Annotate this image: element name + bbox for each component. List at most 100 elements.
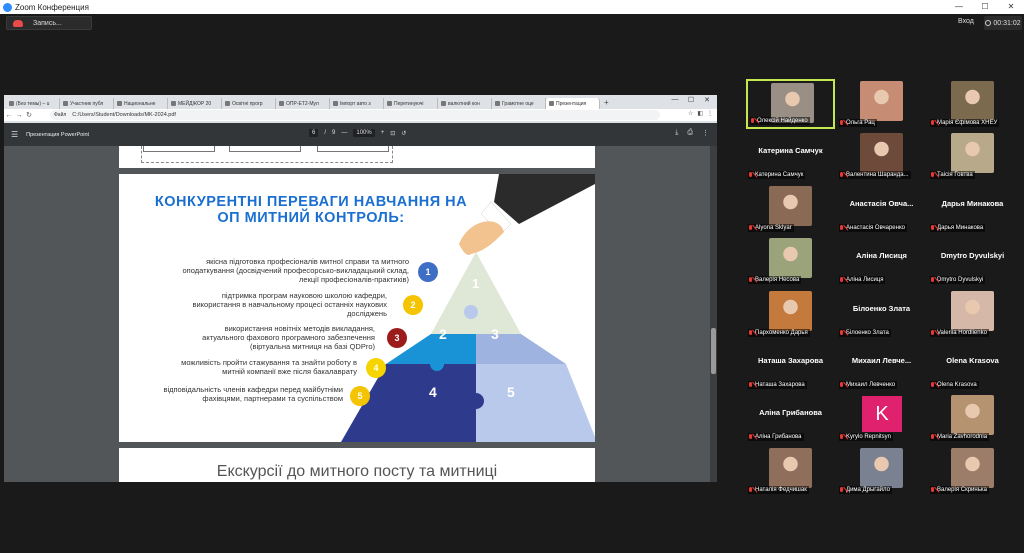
diagram-box — [229, 146, 301, 152]
browser-tab[interactable]: Национальне — [114, 98, 168, 109]
close-button[interactable]: ✕ — [998, 0, 1024, 14]
record-label: Запись... — [33, 19, 62, 27]
participant-name: Білоенко Злата — [846, 329, 889, 336]
advantage-item: можливість пройти стажування та знайти р… — [181, 358, 357, 376]
participant-name: Наталія Федчишак — [755, 486, 807, 493]
participant-tile[interactable]: Анастасія Овча... Анастасія Овчаренко — [837, 183, 926, 234]
participant-video — [951, 447, 994, 488]
participant-tile[interactable]: Дарья Минакова Дарья Минакова — [928, 183, 1017, 234]
browser-tab[interactable]: ОПР-ЕТ2-Мул — [276, 98, 330, 109]
participant-tile[interactable]: Наташа Захарова Наташа Захарова — [746, 341, 835, 391]
diagram-box — [317, 146, 389, 152]
print-icon[interactable]: ⎙ — [687, 129, 693, 137]
browser-tab[interactable]: Перетинуючі — [384, 98, 438, 109]
participant-tile[interactable]: Аліна Лисиця Аліна Лисиця — [837, 236, 926, 287]
favicon-icon — [333, 101, 338, 106]
download-icon[interactable]: ⤓ — [675, 129, 678, 137]
participant-tile[interactable]: Alyona Sklyar — [746, 183, 835, 234]
back-icon[interactable]: ← — [4, 112, 14, 119]
browser-tab[interactable]: МЕЙДЖОР 20 — [168, 98, 222, 109]
participant-tile[interactable]: K Kyrylo Repnitsyn — [837, 393, 926, 444]
participant-tile[interactable]: Валентина Шаранда... — [837, 131, 926, 182]
participant-tile[interactable]: Valeriia Hordiienko — [928, 288, 1017, 339]
participant-tile[interactable]: Пархоменко Дарья — [746, 288, 835, 339]
participant-caption: Аліна Лисиця — [839, 276, 886, 285]
muted-mic-icon — [839, 382, 844, 388]
participant-tile[interactable]: Олексій Найденко — [746, 79, 835, 129]
browser-minimize-button[interactable]: — — [667, 96, 683, 104]
pyramid-label-2: 2 — [439, 326, 447, 342]
minimize-button[interactable]: — — [946, 0, 972, 14]
participant-tile[interactable]: Наталія Федчишак — [746, 445, 835, 496]
browser-tab[interactable]: валютний кон — [438, 98, 492, 109]
url-field[interactable]: Файл C:/Users/Student/Downloads/MK-2024.… — [50, 110, 660, 120]
rotate-icon[interactable]: ↺ — [401, 130, 406, 137]
pdf-menu-icon[interactable]: ☰ — [11, 130, 18, 139]
bookmark-star-icon[interactable]: ☆ — [688, 110, 693, 117]
participant-caption: Дарья Минакова — [930, 223, 986, 232]
browser-close-button[interactable]: ✕ — [699, 96, 715, 104]
participant-tile[interactable]: Михаил Левче... Михаил Левченко — [837, 341, 926, 391]
browser-tab[interactable]: Імпорт авто з — [330, 98, 384, 109]
browser-tab[interactable]: Грамотне оце — [492, 98, 546, 109]
muted-mic-icon — [748, 329, 753, 336]
avatar-initial: K — [862, 396, 902, 433]
pdf-more-icon[interactable]: ⋮ — [702, 129, 709, 137]
maximize-button[interactable]: ☐ — [972, 0, 998, 14]
browser-maximize-button[interactable]: ☐ — [683, 96, 699, 104]
browser-tab[interactable]: Освітні прогр — [222, 98, 276, 109]
participant-tile[interactable]: Dmytro Dyvulskyi Dmytro Dyvulskyi — [928, 236, 1017, 287]
item-number-badge: 5 — [350, 386, 370, 406]
browser-menu-icon[interactable]: ⋮ — [707, 110, 713, 117]
participant-name: Olena Krasova — [937, 382, 977, 388]
muted-mic-icon — [930, 486, 935, 493]
site-info-chip[interactable]: Файл — [54, 112, 66, 118]
pyramid-label-1: 1 — [472, 276, 480, 291]
participant-tile[interactable]: Maria Zavhorodnia — [928, 393, 1017, 444]
new-tab-button[interactable]: + — [604, 98, 609, 107]
participant-tile[interactable]: Валерія Несова — [746, 236, 835, 287]
enter-button[interactable]: Вход — [958, 18, 974, 25]
participant-name: Alyona Sklyar — [755, 224, 792, 231]
participant-tile[interactable]: Ольга Рац — [837, 79, 926, 129]
participant-tile[interactable]: Дима Дрыгайло — [837, 445, 926, 496]
participant-tile[interactable]: Olena Krasova Olena Krasova — [928, 341, 1017, 391]
browser-tab[interactable]: Участник публ — [60, 98, 114, 109]
participant-tile[interactable]: Таісія Говтва — [928, 131, 1017, 182]
zoom-level-input[interactable]: 100% — [353, 129, 375, 137]
extensions-icon[interactable]: ◧ — [697, 110, 703, 117]
zoom-logo-icon — [3, 2, 12, 12]
participant-video — [769, 447, 812, 488]
participant-display-name: Михаил Левче... — [851, 356, 912, 365]
pdf-viewport[interactable]: КОНКУРЕНТНІ ПЕРЕВАГИ НАВЧАННЯ НА ОП МИТН… — [4, 146, 717, 482]
participant-name: Наташа Захарова — [755, 382, 805, 388]
cloud-record-icon — [13, 19, 23, 27]
participant-caption: Катерина Самчук — [748, 171, 806, 180]
record-button[interactable]: Запись... — [6, 16, 92, 30]
participant-caption: Анастасія Овчаренко — [839, 223, 907, 232]
muted-mic-icon — [930, 382, 935, 388]
participant-tile[interactable]: Аліна Грибанова Аліна Грибанова — [746, 393, 835, 444]
participant-tile[interactable]: Валерія Скринька — [928, 445, 1017, 496]
participant-display-name: Наташа Захарова — [758, 356, 823, 365]
participant-video — [769, 290, 812, 331]
pdf-page-previous — [119, 146, 595, 168]
zoom-out-button[interactable]: — — [341, 130, 347, 136]
muted-mic-icon — [930, 329, 935, 336]
participant-tile[interactable]: Марія Єфімова ХНЕУ — [928, 79, 1017, 129]
participant-tile[interactable]: Білоенко Злата Білоенко Злата — [837, 288, 926, 339]
participant-name: Ольга Рац — [846, 120, 875, 126]
reload-icon[interactable]: ↻ — [24, 111, 34, 119]
pdf-scrollbar[interactable] — [710, 146, 717, 482]
forward-icon[interactable]: → — [14, 112, 24, 119]
browser-tab-active[interactable]: Презентация — [546, 98, 600, 109]
participant-name: Валерія Скринька — [937, 486, 987, 493]
fit-page-icon[interactable]: ⊡ — [390, 130, 395, 137]
scrollbar-thumb[interactable] — [711, 328, 716, 374]
zoom-in-button[interactable]: + — [381, 130, 385, 136]
muted-mic-icon — [748, 434, 753, 440]
browser-tab[interactable]: (Без темы) – u — [6, 98, 60, 109]
participant-name: Анастасія Овчаренко — [846, 224, 905, 231]
participant-tile[interactable]: Катерина Самчук Катерина Самчук — [746, 131, 835, 182]
page-number-input[interactable]: 6 — [309, 129, 319, 137]
